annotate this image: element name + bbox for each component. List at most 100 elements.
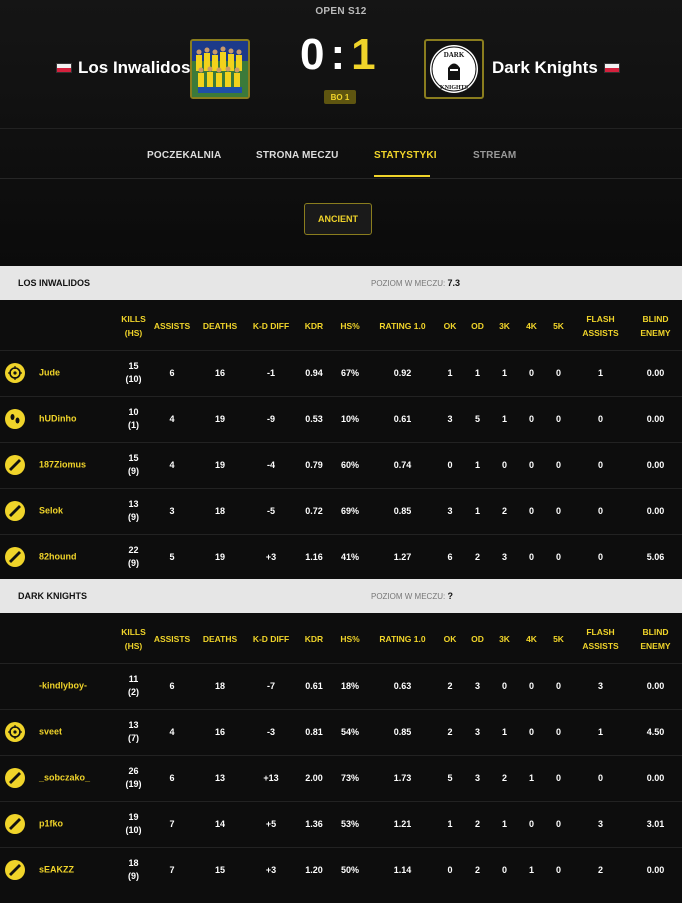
player-cell[interactable]: sveet: [0, 708, 118, 755]
column-header-5k[interactable]: 5K: [545, 615, 572, 663]
column-header-3k[interactable]: 3K: [491, 615, 518, 663]
stat-4k: 0: [518, 662, 545, 709]
tab-stream[interactable]: STREAM: [473, 150, 516, 161]
column-header-rating[interactable]: RATING 1.0: [369, 615, 436, 663]
stat-od: 3: [464, 662, 491, 709]
column-header-hs-pct[interactable]: HS%: [331, 302, 369, 350]
player-avatar-crosshair-icon[interactable]: [5, 722, 25, 742]
column-header-blind-enemy[interactable]: BLIND ENEMY: [629, 615, 682, 663]
player-row[interactable]: sEAKZZ 18 (9) 7 15 +3 1.20 50% 1.14 0 2 0 1 0 2 0.00: [0, 846, 682, 893]
stat-4k: 0: [518, 533, 545, 580]
team1-logo[interactable]: [190, 39, 250, 99]
player-name[interactable]: Jude: [39, 367, 60, 380]
kills-value: 10: [128, 407, 139, 417]
stat-od: 3: [464, 754, 491, 801]
player-row[interactable]: Selok 13 (9) 3 18 -5 0.72 69% 0.85 3 1 2 0 0 0 0.00: [0, 487, 682, 534]
player-avatar-footprints-icon[interactable]: [5, 409, 25, 429]
column-header-kdr[interactable]: KDR: [297, 615, 331, 663]
column-header-assists[interactable]: ASSISTS: [149, 302, 195, 350]
player-column-header: [0, 302, 118, 350]
header-divider: [0, 128, 682, 129]
kills-value: 13: [128, 720, 139, 730]
column-header-kdr[interactable]: KDR: [297, 302, 331, 350]
team2-logo[interactable]: DARK KNIGHTS: [424, 39, 484, 99]
column-header-deaths[interactable]: DEATHS: [195, 302, 245, 350]
player-cell[interactable]: _sobczako_: [0, 754, 118, 801]
column-header-assists[interactable]: ASSISTS: [149, 615, 195, 663]
column-header-od[interactable]: OD: [464, 302, 491, 350]
column-header-ok[interactable]: OK: [436, 302, 464, 350]
player-row[interactable]: 82hound 22 (9) 5 19 +3 1.16 41% 1.27 6 2 3 0 0 0 5.06: [0, 533, 682, 580]
player-avatar-slash-icon[interactable]: [5, 501, 25, 521]
stat-ok: 0: [436, 846, 464, 893]
player-cell[interactable]: p1fko: [0, 800, 118, 847]
player-cell[interactable]: hUDinho: [0, 395, 118, 442]
player-name[interactable]: Selok: [39, 505, 63, 518]
column-header-5k[interactable]: 5K: [545, 302, 572, 350]
stat-hs-pct: 54%: [331, 708, 369, 755]
stat-5k: 0: [545, 349, 572, 396]
player-row[interactable]: -kindlyboy- 11 (2) 6 18 -7 0.61 18% 0.63 2 3 0 0 0 3 0.…: [0, 662, 682, 709]
table-header-row: KILLS (HS) ASSISTS DEATHS K-D DIFF KDR HS% RATI…: [0, 615, 682, 663]
column-header-kd-diff[interactable]: K-D DIFF: [245, 302, 297, 350]
team2-name[interactable]: Dark Knights: [492, 58, 598, 78]
player-row[interactable]: sveet 13 (7) 4 16 -3 0.81 54% 0.85 2 3 1 0 0 1 4.50: [0, 708, 682, 755]
tab-poczekalnia[interactable]: POCZEKALNIA: [147, 150, 221, 161]
column-header-rating[interactable]: RATING 1.0: [369, 302, 436, 350]
tab-strona-meczu[interactable]: STRONA MECZU: [256, 150, 339, 161]
player-name[interactable]: sEAKZZ: [39, 864, 74, 877]
stat-hs-pct: 50%: [331, 846, 369, 893]
team1-name[interactable]: Los Inwalidos: [78, 58, 190, 78]
stat-kdr: 1.16: [297, 533, 331, 580]
column-header-kd-diff[interactable]: K-D DIFF: [245, 615, 297, 663]
player-name[interactable]: sveet: [39, 726, 62, 739]
player-avatar-slash-icon[interactable]: [5, 768, 25, 788]
player-row[interactable]: hUDinho 10 (1) 4 19 -9 0.53 10% 0.61 3 5 1 0 0 0 0.00: [0, 395, 682, 442]
player-row[interactable]: _sobczako_ 26 (19) 6 13 +13 2.00 73% 1.73 5 3 2 1 0 0 0…: [0, 754, 682, 801]
stat-5k: 0: [545, 395, 572, 442]
team1[interactable]: Los Inwalidos: [56, 58, 190, 78]
stat-blind-enemy: 0.00: [629, 662, 682, 709]
column-header-4k[interactable]: 4K: [518, 302, 545, 350]
column-header-flash-assists[interactable]: FLASH ASSISTS: [572, 615, 629, 663]
column-header-blind-enemy[interactable]: BLIND ENEMY: [629, 302, 682, 350]
player-avatar-crosshair-icon[interactable]: [5, 363, 25, 383]
player-name[interactable]: _sobczako_: [39, 772, 90, 785]
player-avatar-slash-icon[interactable]: [5, 860, 25, 881]
column-header-hs-pct[interactable]: HS%: [331, 615, 369, 663]
column-header-od[interactable]: OD: [464, 615, 491, 663]
stat-hs-pct: 73%: [331, 754, 369, 801]
player-name[interactable]: 187Ziomus: [39, 459, 86, 472]
tab-statystyki[interactable]: STATYSTYKI: [374, 150, 437, 161]
column-header-kills[interactable]: KILLS (HS): [118, 302, 149, 350]
column-header-deaths[interactable]: DEATHS: [195, 615, 245, 663]
stat-blind-enemy: 5.06: [629, 533, 682, 580]
player-row[interactable]: 187Ziomus 15 (9) 4 19 -4 0.79 60% 0.74 0 1 0 0 0 0 0.00: [0, 441, 682, 488]
player-cell[interactable]: sEAKZZ: [0, 846, 118, 893]
player-avatar-slash-icon[interactable]: [5, 547, 25, 568]
player-cell[interactable]: 187Ziomus: [0, 441, 118, 488]
player-name[interactable]: 82hound: [39, 551, 77, 564]
player-name[interactable]: -kindlyboy-: [39, 680, 87, 693]
stat-4k: 1: [518, 846, 545, 893]
player-name[interactable]: hUDinho: [39, 413, 77, 426]
player-avatar-slash-icon[interactable]: [5, 814, 25, 834]
player-row[interactable]: Jude 15 (10) 6 16 -1 0.94 67% 0.92 1 1 1 0 0 1 0.00: [0, 349, 682, 396]
player-cell[interactable]: Selok: [0, 487, 118, 534]
player-cell[interactable]: 82hound: [0, 533, 118, 580]
player-row[interactable]: p1fko 19 (10) 7 14 +5 1.36 53% 1.21 1 2 1 0 0 3 3.01: [0, 800, 682, 847]
column-header-3k[interactable]: 3K: [491, 302, 518, 350]
column-header-ok[interactable]: OK: [436, 615, 464, 663]
team2[interactable]: Dark Knights: [492, 58, 620, 78]
player-avatar-slash-icon[interactable]: [5, 455, 25, 475]
column-header-4k[interactable]: 4K: [518, 615, 545, 663]
player-name[interactable]: p1fko: [39, 818, 63, 831]
map-button-ancient[interactable]: ANCIENT: [304, 203, 372, 235]
stat-flash-assists: 1: [572, 708, 629, 755]
player-cell[interactable]: Jude: [0, 349, 118, 396]
headshots-value: (19): [125, 779, 142, 789]
player-cell[interactable]: -kindlyboy-: [0, 662, 118, 709]
stat-deaths: 19: [195, 533, 245, 580]
column-header-kills[interactable]: KILLS (HS): [118, 615, 149, 663]
column-header-flash-assists[interactable]: FLASH ASSISTS: [572, 302, 629, 350]
